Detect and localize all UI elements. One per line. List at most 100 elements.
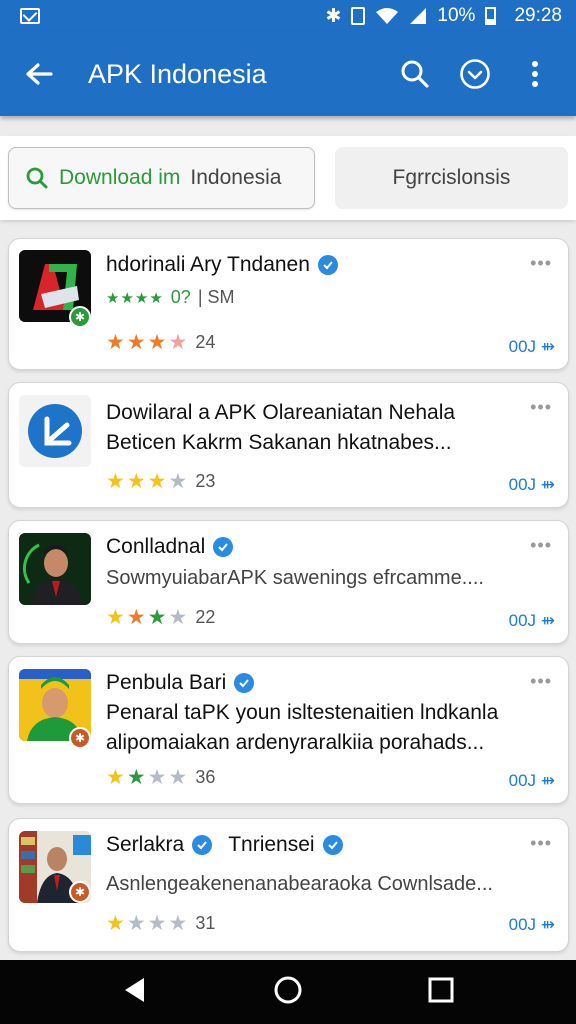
app-card[interactable]: Conlladnal SowmyuiabarAPK sawenings efrc… [8, 520, 569, 644]
download-button[interactable]: 00J ⇻ [509, 915, 555, 935]
app-title-secondary: Tnriensei [228, 833, 315, 856]
battery-text: 10% [437, 5, 476, 26]
app-bar: APK Indonesia [0, 32, 576, 116]
arrow-left-icon [26, 63, 53, 85]
tab-label: Download im [59, 166, 181, 189]
app-thumbnail [19, 533, 91, 605]
star-filled-icon: ★ [106, 331, 125, 354]
app-card[interactable]: ✱ Serlakra Tnriensei Asnlengeakenenanabe… [8, 818, 569, 952]
star-filled-icon: ★ [106, 766, 125, 789]
mail-icon [20, 8, 40, 24]
star-filled-icon: ★ [147, 331, 167, 354]
status-badge: ✱ [69, 306, 91, 328]
signal-icon [410, 8, 427, 24]
app-title: Penbula Bari [106, 671, 227, 694]
tab-label: Fgrrcislonsis [392, 166, 511, 189]
recents-square-icon [428, 977, 454, 1002]
star-empty-icon: ★ [126, 912, 146, 935]
verified-icon [192, 835, 213, 855]
star-filled-icon: ★ [168, 331, 188, 354]
star-filled-icon: ★ [147, 606, 167, 629]
star-filled-icon: ★ [106, 912, 125, 935]
star-filled-icon: ★ [106, 606, 125, 629]
verified-icon [322, 835, 343, 855]
rating: ★ ★ ★ ★ 22 [106, 607, 215, 628]
verified-icon [234, 673, 255, 693]
app-description-line2: alipomaiakan ardenyraralkiia porahads... [106, 731, 485, 754]
tab-bar: Download im Indonesia Fgrrcislonsis [0, 136, 576, 220]
overflow-menu-button[interactable] [518, 57, 552, 91]
rating: ★ ★ ★ ★ 31 [106, 913, 215, 934]
star-empty-icon: ★ [168, 912, 188, 935]
star-filled-icon: ★ [106, 470, 125, 493]
rating-count: 24 [195, 332, 216, 352]
search-button[interactable] [398, 57, 432, 91]
rating: ★ ★ ★ ★ 23 [106, 471, 215, 492]
nav-back-button[interactable] [122, 976, 148, 1009]
star-filled-icon: ★ [126, 606, 146, 629]
download-button[interactable]: 00J ⇻ [509, 771, 555, 791]
page-title: APK Indonesia [88, 58, 267, 89]
vibrate-icon [351, 7, 366, 25]
star-filled-icon: ★ [126, 470, 146, 493]
app-description: Asnlengeakenenanabearaoka Cownlsade... [106, 873, 493, 895]
app-description: Beticen Kakrm Sakanan hkatnabes... [106, 431, 452, 454]
more-button[interactable]: ••• [530, 671, 552, 692]
system-nav-bar [0, 960, 576, 1024]
tab-download-indonesia[interactable]: Download im Indonesia [8, 147, 315, 209]
dropdown-button[interactable] [458, 57, 492, 91]
rating-count: 22 [195, 607, 216, 627]
star-empty-icon: ★ [168, 470, 188, 493]
app-title: Dowilaral a APK Olareaniatan Nehala [106, 401, 456, 424]
home-circle-icon [274, 976, 302, 1003]
star-filled-icon: ★ [147, 470, 167, 493]
app-title: Serlakra [106, 833, 185, 856]
more-button[interactable]: ••• [530, 833, 552, 854]
verified-icon [213, 537, 234, 557]
download-button[interactable]: 00J ⇻ [509, 337, 555, 357]
rating: ★ ★ ★ ★ 36 [106, 767, 215, 788]
download-button[interactable]: 00J ⇻ [509, 475, 555, 495]
tab-label-extra: Indonesia [190, 166, 282, 189]
verified-icon [317, 255, 338, 275]
app-subinfo-extra: | SM [197, 287, 235, 307]
clock: 29:28 [514, 5, 562, 26]
app-card[interactable]: ✱ Penbula Bari Penaral taPK youn isltest… [8, 656, 569, 804]
rating-count: 31 [195, 913, 216, 933]
bluetooth-icon: ✱ [325, 5, 342, 27]
more-vert-icon [532, 61, 538, 87]
star-empty-icon: ★ [168, 606, 188, 629]
back-triangle-icon [125, 977, 145, 1002]
rating-count: 23 [195, 471, 216, 491]
tab-secondary[interactable]: Fgrrcislonsis [334, 147, 568, 209]
app-card[interactable]: Dowilaral a APK Olareaniatan Nehala Beti… [8, 382, 569, 508]
rating-count: 36 [195, 767, 216, 787]
app-card[interactable]: ✱ hdorinali Ary Tndanen ★★★★ 0? | SM ★ ★… [8, 238, 569, 370]
status-bar: ✱ 10% 29:28 [0, 0, 576, 32]
nav-recents-button[interactable] [428, 977, 454, 1008]
status-badge: ✱ [69, 881, 91, 903]
app-title: Conlladnal [106, 535, 206, 558]
star-filled-icon: ★ [126, 331, 146, 354]
back-button[interactable] [24, 59, 54, 89]
star-filled-icon: ★ [126, 766, 146, 789]
app-subinfo-code: 0? [170, 287, 191, 307]
search-icon [401, 60, 429, 88]
rating: ★ ★ ★ ★ 24 [106, 332, 215, 353]
wifi-icon [376, 8, 399, 24]
chevron-down-circle-icon [460, 59, 490, 89]
nav-home-button[interactable] [273, 975, 303, 1010]
green-stars: ★★★★ [106, 289, 164, 307]
app-subinfo: ★★★★ 0? | SM [106, 287, 235, 308]
star-empty-icon: ★ [147, 912, 167, 935]
search-icon [26, 167, 48, 189]
app-title: hdorinali Ary Tndanen [106, 253, 310, 276]
battery-icon [485, 7, 497, 25]
app-description: SowmyuiabarAPK sawenings efrcamme.... [106, 567, 484, 589]
status-badge: ✱ [69, 727, 91, 749]
more-button[interactable]: ••• [530, 535, 552, 556]
more-button[interactable]: ••• [530, 253, 552, 274]
app-description: Penaral taPK youn isltestenaitien lndkan… [106, 701, 499, 724]
more-button[interactable]: ••• [530, 397, 552, 418]
download-button[interactable]: 00J ⇻ [509, 611, 555, 631]
